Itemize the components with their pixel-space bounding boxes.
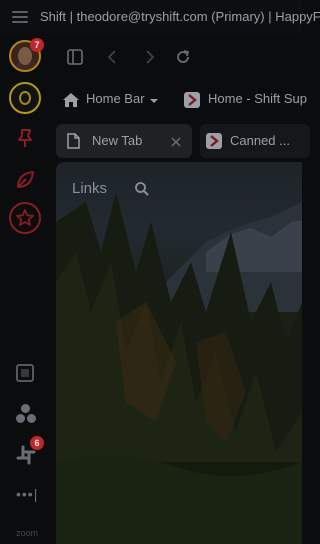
back-arrow-icon[interactable] [104,48,122,66]
reload-icon[interactable] [174,48,192,66]
window-title: Shift | theodore@tryshift.com (Primary) … [40,9,320,24]
leaf-icon[interactable] [9,164,41,196]
zoom-label: zoom [16,528,39,538]
tab-canned[interactable]: Canned ... [200,124,310,158]
shift-logo-icon [206,133,222,149]
apps-icon[interactable] [16,364,34,382]
notification-badge-account-1: 7 [30,38,44,52]
account-2-logo-icon [19,91,31,105]
tab-new-tab[interactable]: New Tab [56,124,192,158]
title-bar: Shift | theodore@tryshift.com (Primary) … [0,0,320,34]
links-label: Links [72,180,108,197]
navigation-toolbar [52,34,302,80]
pin-icon[interactable] [9,122,41,154]
more-apps-button[interactable]: •••| [16,486,38,502]
home-icon [62,92,80,113]
chevron-down-icon[interactable] [149,93,159,111]
search-icon[interactable] [134,181,150,197]
page-icon [66,133,80,154]
sidebar: 7 6 •••| zoom [0,34,52,544]
new-tab-page: Links [56,162,302,544]
toggle-sidebar-icon[interactable] [66,48,84,66]
landscape-background-image [56,192,302,544]
tab-label: Canned ... [230,133,290,148]
bookmark-shift-support[interactable]: Home - Shift Sup [208,91,307,106]
notification-badge-slack: 6 [30,436,44,450]
bookmarks-bar: Home Bar Home - Shift Sup [52,80,307,122]
close-tab-icon[interactable] [170,135,182,153]
favorites-star-icon[interactable] [9,202,41,234]
avatar-face [18,47,32,65]
workspaces-icon[interactable] [16,404,36,424]
forward-arrow-icon[interactable] [140,48,158,66]
hamburger-menu-icon[interactable] [12,11,28,23]
tab-bar: New Tab Canned ... [52,122,310,160]
bookmark-home-bar[interactable]: Home Bar [86,91,145,106]
shift-logo-icon [184,92,200,108]
avatar-account-2[interactable] [9,82,41,114]
tab-label: New Tab [92,133,143,148]
